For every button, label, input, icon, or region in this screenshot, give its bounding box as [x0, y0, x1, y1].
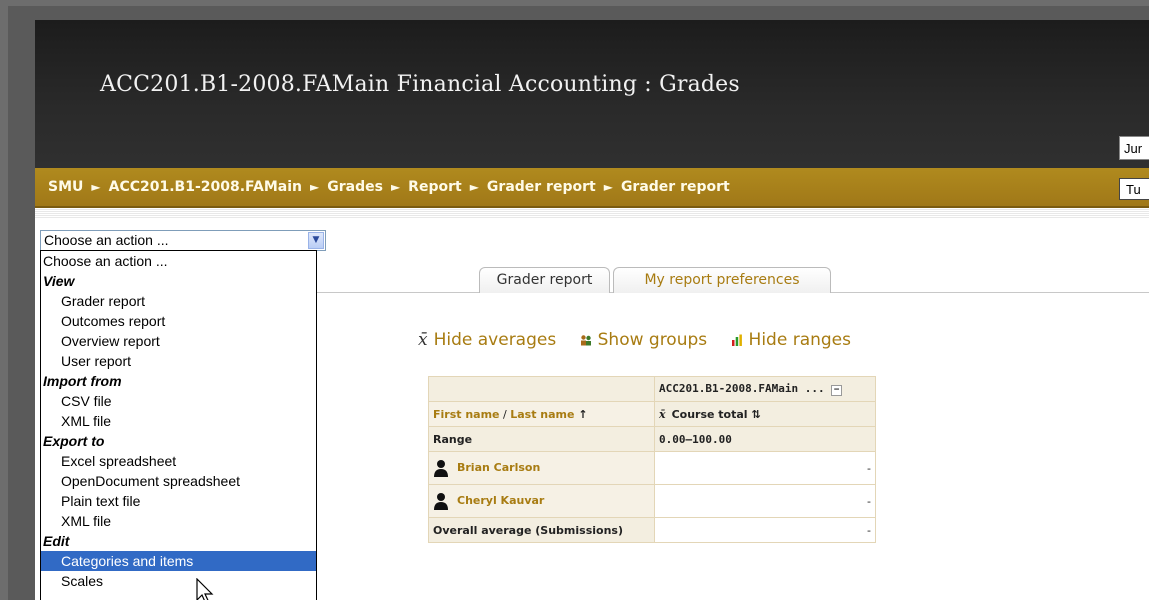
breadcrumb-grader-report[interactable]: Grader report [487, 179, 596, 195]
table-row: Overall average (Submissions) - [428, 517, 876, 543]
report-actions: x̄ Hide averages Show groups Hide ranges [418, 330, 869, 350]
user-avatar-icon [434, 460, 448, 477]
collapse-icon[interactable]: − [831, 385, 843, 396]
course-total-header: x̄ Course total ⇅ [654, 401, 876, 427]
dropdown-group-label: Export to [43, 433, 105, 449]
dropdown-option[interactable]: Scales [41, 571, 316, 591]
tab-grader-report[interactable]: Grader report [479, 267, 610, 293]
breadcrumb-separator: ► [603, 180, 613, 194]
overall-average-value: - [654, 517, 876, 543]
student-total[interactable]: - [654, 484, 876, 518]
dropdown-option[interactable]: Choose an action ... [41, 251, 316, 271]
dropdown-group-label: View [43, 273, 75, 289]
student-total[interactable]: - [654, 451, 876, 485]
action-dropdown-list[interactable]: Choose an action ... View Grader report Out… [40, 250, 317, 600]
name-separator: / [499, 407, 511, 421]
hide-averages-link[interactable]: x̄ Hide averages [418, 330, 556, 350]
student-name-link[interactable]: Brian Carlson [457, 461, 540, 474]
breadcrumb-separator: ► [390, 180, 401, 194]
breadcrumb-report[interactable]: Report [408, 179, 462, 195]
table-row: First name / Last name ↑ x̄ Course total … [428, 401, 876, 427]
tab-my-report-preferences[interactable]: My report preferences [613, 267, 831, 293]
chevron-down-icon[interactable]: ▼ [308, 232, 324, 249]
name-sort-header: First name / Last name ↑ [428, 401, 655, 427]
dropdown-option[interactable]: OpenDocument spreadsheet [41, 471, 316, 491]
breadcrumb: SMU ► ACC201.B1-2008.FAMain ► Grades ► Report ►… [48, 168, 730, 206]
dropdown-option[interactable]: XML file [41, 511, 316, 531]
moodle-page: ACC201.B1-2008.FAMain Financial Accounti… [35, 20, 1149, 600]
breadcrumb-course[interactable]: ACC201.B1-2008.FAMain [109, 179, 302, 195]
action-select-value: Choose an action ... [44, 232, 169, 248]
mouse-cursor-icon [196, 578, 214, 600]
table-row: ACC201.B1-2008.FAMain ... − [428, 376, 876, 402]
breadcrumb-separator: ► [310, 180, 320, 194]
overall-average-label: Overall average (Submissions) [428, 517, 655, 543]
hide-ranges-label: Hide ranges [748, 330, 851, 350]
breadcrumb-grader-report-current: Grader report [620, 179, 730, 195]
dropdown-option[interactable]: Plain text file [41, 491, 316, 511]
dropdown-option[interactable]: Categories and items [41, 551, 316, 571]
student-cell: Cheryl Kauvar [428, 484, 655, 518]
course-total-label: Course total [671, 407, 748, 421]
groups-icon [580, 335, 591, 346]
student-cell: Brian Carlson [428, 451, 655, 485]
range-value: 0.00–100.00 [654, 426, 876, 452]
dropdown-option[interactable]: Grader report [41, 291, 316, 311]
dropdown-group-label: Edit [43, 533, 70, 549]
breadcrumb-grades[interactable]: Grades [327, 179, 383, 195]
sort-up-icon[interactable]: ↑ [578, 408, 587, 421]
breadcrumb-separator: ► [469, 180, 479, 194]
breadcrumb-smu[interactable]: SMU [48, 179, 83, 195]
hide-averages-label: Hide averages [433, 330, 557, 350]
sort-last-name-link[interactable]: Last name [510, 408, 574, 421]
dropdown-option[interactable]: XML file [41, 411, 316, 431]
dropdown-group-label: Import from [43, 373, 122, 389]
dropdown-option[interactable]: Outcomes report [41, 311, 316, 331]
student-name-link[interactable]: Cheryl Kauvar [457, 494, 544, 507]
page-title: ACC201.B1-2008.FAMain Financial Accounti… [100, 72, 740, 97]
show-groups-label: Show groups [597, 330, 708, 350]
turn-editing-button[interactable]: Tu [1119, 178, 1149, 200]
table-row: Cheryl Kauvar - [428, 484, 876, 518]
table-row: Brian Carlson - [428, 451, 876, 485]
dropdown-option[interactable]: CSV file [41, 391, 316, 411]
table-row: Range 0.00–100.00 [428, 426, 876, 452]
range-label: Range [428, 426, 655, 452]
navbar: SMU ► ACC201.B1-2008.FAMain ► Grades ► Report ►… [35, 168, 1149, 208]
sort-both-icon[interactable]: ⇅ [751, 408, 760, 421]
dropdown-option[interactable]: Excel spreadsheet [41, 451, 316, 471]
empty-header-cell [428, 376, 655, 402]
course-header-label: ACC201.B1-2008.FAMain ... [659, 382, 825, 395]
dropdown-option[interactable]: Overview report [41, 331, 316, 351]
grader-table: ACC201.B1-2008.FAMain ... − First name /… [428, 376, 876, 543]
show-groups-link[interactable]: Show groups [580, 330, 708, 350]
action-select[interactable]: Choose an action ... ▼ [40, 230, 326, 251]
dropdown-option[interactable]: User report [41, 351, 316, 371]
x-bar-icon: x̄ [659, 407, 666, 421]
page-header: ACC201.B1-2008.FAMain Financial Accounti… [35, 20, 1149, 168]
course-header[interactable]: ACC201.B1-2008.FAMain ... − [654, 376, 876, 402]
hide-ranges-link[interactable]: Hide ranges [731, 330, 851, 350]
breadcrumb-separator: ► [91, 180, 101, 194]
bar-chart-icon [731, 334, 742, 346]
x-bar-icon: x̄ [418, 330, 428, 350]
jump-to-select[interactable]: Jur [1119, 136, 1149, 160]
user-avatar-icon [434, 493, 448, 510]
sort-first-name-link[interactable]: First name [433, 408, 500, 421]
header-divider [35, 208, 1149, 218]
